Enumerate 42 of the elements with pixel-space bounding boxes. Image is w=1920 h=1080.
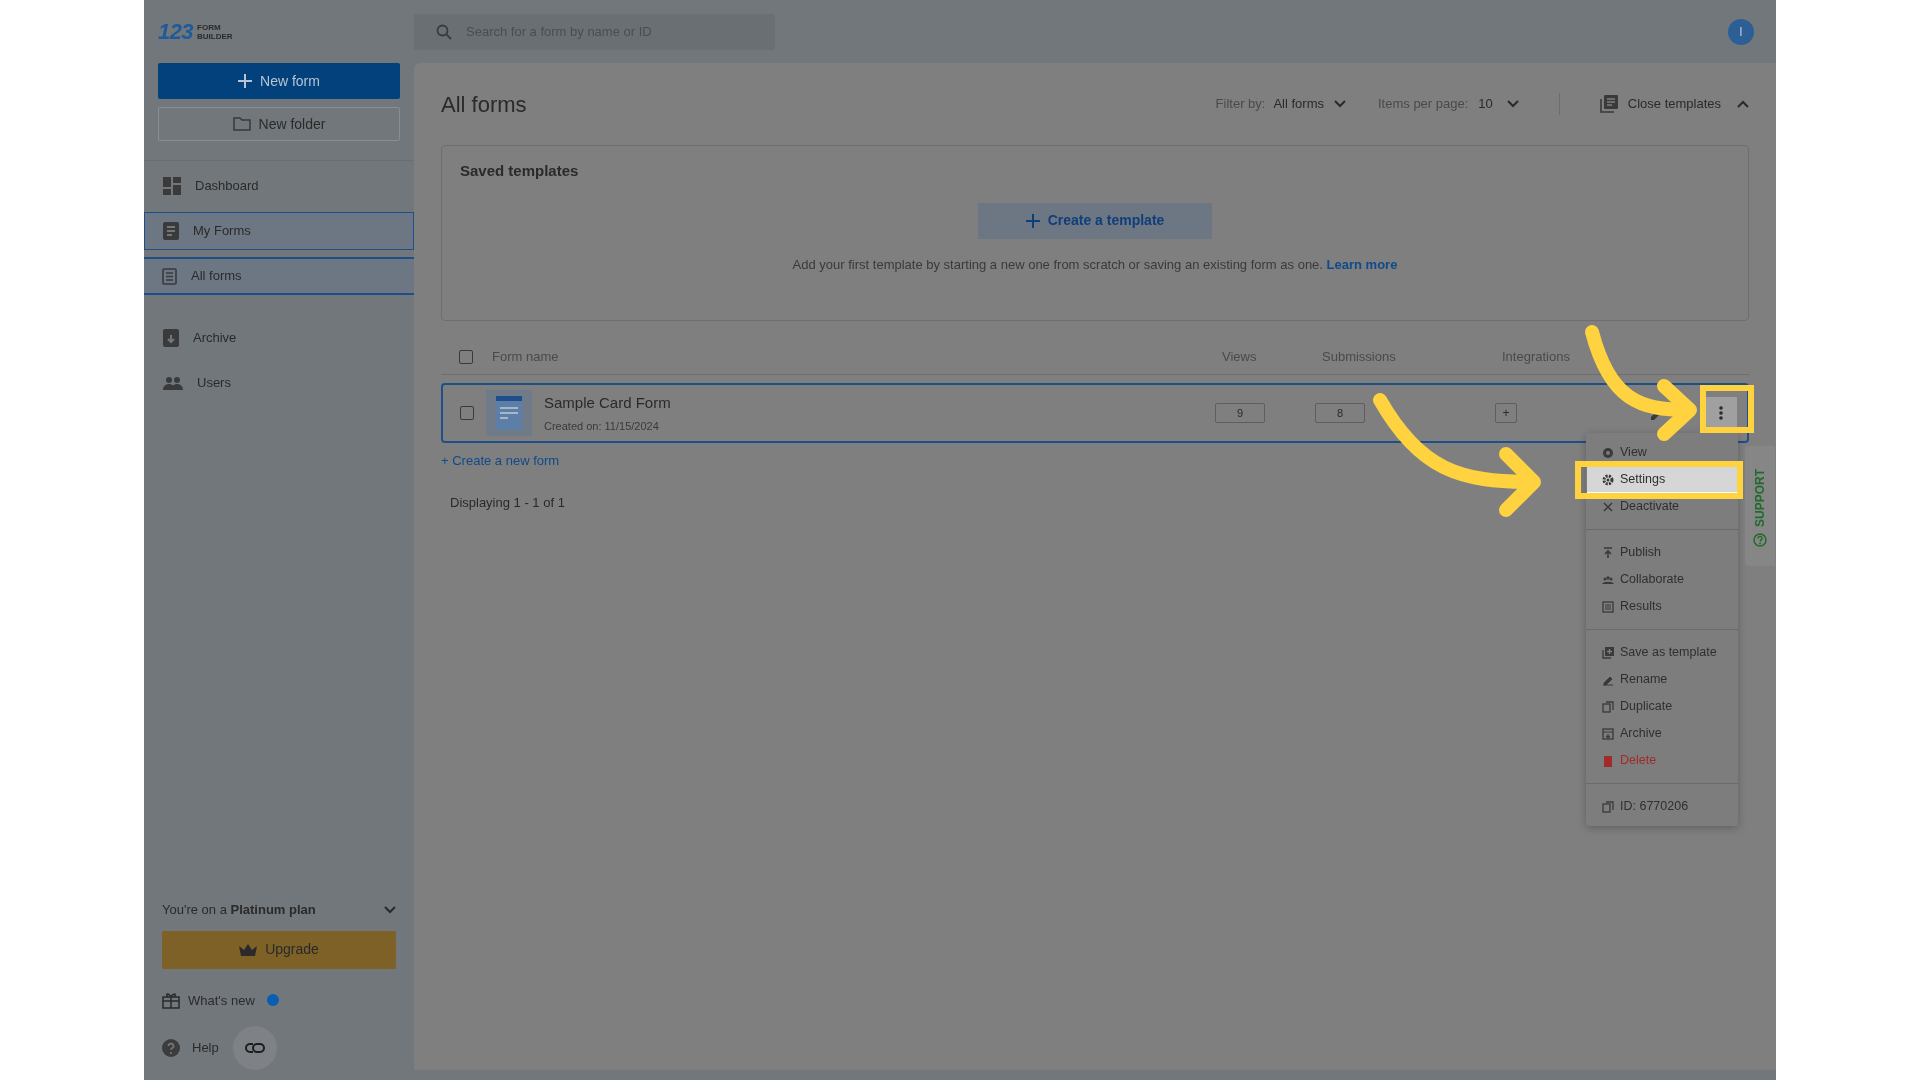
templates-hint: Add your first template by starting a new one from scratch or saving an existing form as one. Learn more	[792, 255, 1398, 274]
help-link[interactable]: Help	[192, 1038, 219, 1058]
create-form-link[interactable]: + Create a new form	[441, 451, 560, 471]
sidebar-item[interactable]: My Forms	[144, 212, 414, 250]
plan-text: You're on a Platinum plan	[162, 901, 316, 919]
page-title: All forms	[441, 90, 527, 119]
menu-item[interactable]: Deactivate	[1587, 493, 1737, 520]
learn-more-link[interactable]: Learn more	[1326, 256, 1398, 272]
menu-item[interactable]: Collaborate	[1587, 566, 1737, 593]
menu-item[interactable]: Results	[1587, 593, 1737, 620]
logo-text: BUILDER	[197, 31, 233, 41]
sidebar-item[interactable]: Archive	[144, 319, 414, 357]
submissions-count[interactable]: 8	[1315, 403, 1365, 423]
new-form-button[interactable]: New form	[158, 63, 400, 99]
form-name[interactable]: Sample Card Form	[544, 391, 1215, 414]
per-page-dropdown[interactable]: 10	[1478, 94, 1519, 114]
sidebar-item[interactable]: Users	[144, 364, 414, 402]
close-templates-button[interactable]: Close templates	[1599, 94, 1749, 114]
whats-new-link[interactable]: What's new	[188, 990, 255, 1010]
add-integration-button[interactable]: +	[1495, 403, 1517, 423]
menu-item[interactable]: Delete	[1587, 747, 1737, 774]
menu-item[interactable]: Duplicate	[1587, 693, 1737, 720]
menu-item[interactable]: Save as template	[1587, 639, 1737, 666]
menu-item[interactable]: Rename	[1587, 666, 1737, 693]
logo-digits: 123	[158, 18, 194, 46]
menu-item[interactable]: ID: 6770206	[1587, 793, 1737, 820]
pagination-text: Displaying 1 - 1 of 1	[450, 493, 565, 512]
user-avatar[interactable]: I	[1728, 18, 1754, 45]
menu-item[interactable]: Publish	[1587, 539, 1737, 566]
created-date: Created on: 11/15/2024	[544, 419, 660, 434]
menu-item[interactable]: Archive	[1587, 720, 1737, 747]
new-folder-button[interactable]: New folder	[158, 107, 400, 141]
views-count: 9	[1215, 403, 1265, 423]
upgrade-button[interactable]: Upgrade	[162, 930, 396, 969]
sidebar-item[interactable]: Dashboard	[144, 167, 414, 205]
menu-item[interactable]: Settings	[1587, 466, 1737, 493]
card-title: Saved templates	[460, 161, 580, 181]
sidebar-item[interactable]: All forms	[144, 257, 414, 295]
filter-dropdown[interactable]: All forms	[1273, 94, 1346, 114]
support-tab[interactable]: SUPPORT	[1745, 446, 1775, 566]
logo-text: FORM	[197, 22, 222, 32]
create-template-button[interactable]: Create a template	[978, 202, 1212, 239]
